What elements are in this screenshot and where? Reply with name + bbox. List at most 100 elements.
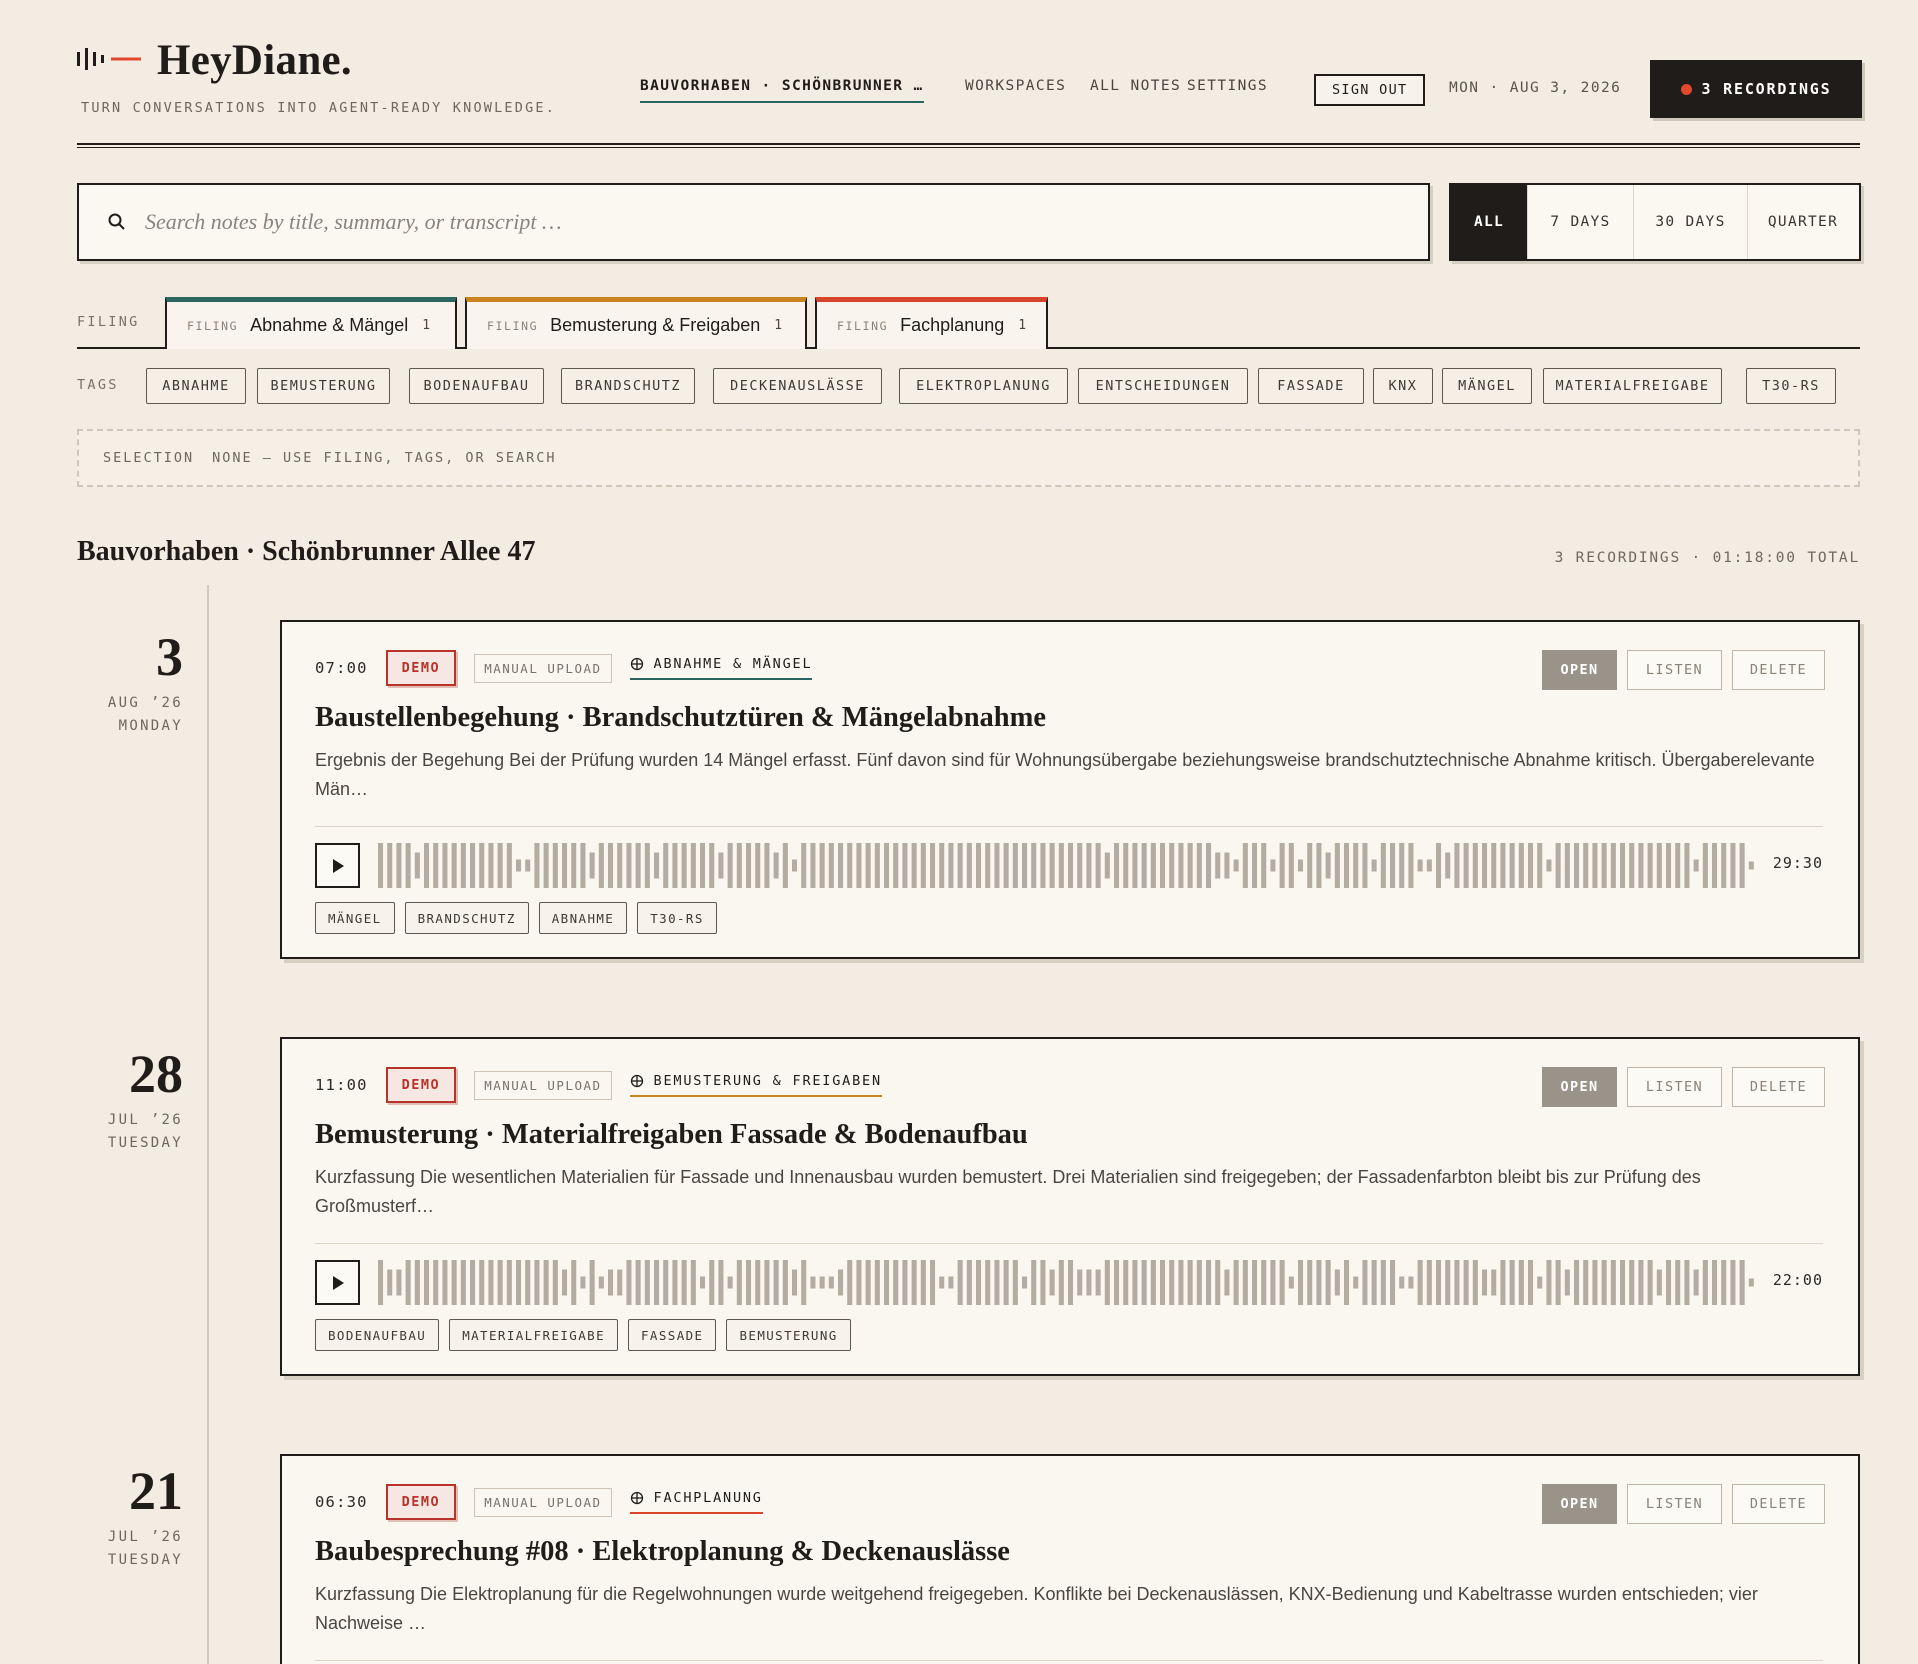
- waveform-bar: [1334, 1269, 1340, 1296]
- waveform-bar: [516, 1260, 522, 1305]
- tag-filter-chip[interactable]: MATERIALFREIGABE: [1543, 368, 1722, 404]
- note-filing-link[interactable]: ABNAHME & MÄNGEL: [629, 656, 813, 680]
- waveform-bar: [1031, 843, 1037, 888]
- note-filing-link[interactable]: BEMUSTERUNG & FREIGABEN: [629, 1073, 882, 1097]
- waveform-bar: [773, 852, 779, 879]
- delete-button[interactable]: DELETE: [1732, 1067, 1825, 1107]
- tag-filter-chip[interactable]: MÄNGEL: [1442, 368, 1532, 404]
- waveform-bar: [488, 1260, 494, 1305]
- listen-button[interactable]: LISTEN: [1627, 1067, 1722, 1107]
- waveform-bar: [1509, 843, 1515, 888]
- waveform-bar: [1160, 843, 1166, 888]
- waveform-bar: [948, 843, 954, 888]
- range-7-days-button[interactable]: 7 DAYS: [1528, 185, 1634, 259]
- note-tag-chip[interactable]: ABNAHME: [538, 902, 628, 934]
- nav-all-notes-link[interactable]: ALL NOTES: [1090, 78, 1181, 94]
- filing-tab-bemusterung[interactable]: FILING Bemusterung & Freigaben 1: [465, 297, 807, 349]
- note-filing-link[interactable]: FACHPLANUNG: [629, 1490, 763, 1514]
- tag-filter-chip[interactable]: ENTSCHEIDUNGEN: [1078, 368, 1248, 404]
- waveform-bar: [1150, 1260, 1156, 1305]
- tag-filter-chip[interactable]: T30-RS: [1746, 368, 1836, 404]
- delete-button[interactable]: DELETE: [1732, 650, 1825, 690]
- waveform-bar: [1739, 843, 1745, 888]
- open-button[interactable]: OPEN: [1542, 1484, 1617, 1524]
- note-tag-chip[interactable]: BRANDSCHUTZ: [404, 902, 529, 934]
- tag-filter-chip[interactable]: BRANDSCHUTZ: [561, 368, 695, 404]
- tag-filter-chip[interactable]: BEMUSTERUNG: [257, 368, 390, 404]
- note-title[interactable]: Baustellenbegehung · Brandschutztüren & …: [315, 702, 1046, 734]
- tag-filter-chip[interactable]: BODENAUFBAU: [409, 368, 544, 404]
- waveform-bar: [847, 843, 853, 888]
- tag-filter-chip[interactable]: DECKENAUSLÄSSE: [713, 368, 882, 404]
- note-card[interactable]: 06:30 DEMO MANUAL UPLOAD FACHPLANUNG OPE…: [280, 1454, 1860, 1664]
- note-tag-chip[interactable]: BODENAUFBAU: [315, 1319, 440, 1351]
- nav-project-link[interactable]: BAUVORHABEN · SCHÖNBRUNNER …: [640, 78, 924, 103]
- note-date: 28 JUL ’26 TUESDAY: [77, 1047, 183, 1155]
- note-title[interactable]: Baubesprechung #08 · Elektroplanung & De…: [315, 1536, 1010, 1568]
- recordings-button[interactable]: 3 RECORDINGS: [1650, 60, 1862, 118]
- note-tag-chip[interactable]: MÄNGEL: [315, 902, 395, 934]
- waveform-bar: [1380, 1260, 1386, 1305]
- nav-settings-link[interactable]: SETTINGS: [1187, 78, 1268, 94]
- range-30-days-button[interactable]: 30 DAYS: [1634, 185, 1748, 259]
- waveform-bar: [1712, 1260, 1718, 1305]
- note-actions: OPEN LISTEN DELETE: [1542, 1484, 1825, 1524]
- play-button[interactable]: [315, 843, 360, 888]
- waveform-bar: [654, 1260, 660, 1305]
- listen-button[interactable]: LISTEN: [1627, 650, 1722, 690]
- selection-key: SELECTION: [103, 450, 195, 466]
- range-all-button[interactable]: ALL: [1451, 185, 1528, 259]
- filing-tab-count: 1: [422, 318, 431, 333]
- note-weekday: MONDAY: [118, 718, 183, 734]
- waveform-bar: [1647, 843, 1653, 888]
- note-title[interactable]: Bemusterung · Materialfreigaben Fassade …: [315, 1119, 1028, 1151]
- listen-button[interactable]: LISTEN: [1627, 1484, 1722, 1524]
- filing-tab-fachplanung[interactable]: FILING Fachplanung 1: [815, 297, 1048, 349]
- tag-filter-chip[interactable]: ELEKTROPLANUNG: [899, 368, 1068, 404]
- note-tag-chip[interactable]: T30-RS: [637, 902, 717, 934]
- note-card[interactable]: 11:00 DEMO MANUAL UPLOAD BEMUSTERUNG & F…: [280, 1037, 1860, 1376]
- search-input[interactable]: [145, 209, 1345, 235]
- nav-workspaces-link[interactable]: WORKSPACES: [965, 78, 1066, 94]
- range-quarter-button[interactable]: QUARTER: [1748, 185, 1858, 259]
- waveform-bar: [690, 843, 696, 888]
- waveform-bar: [1003, 843, 1009, 888]
- waveform-bar: [1620, 1260, 1626, 1305]
- tag-filter-chip[interactable]: FASSADE: [1258, 368, 1364, 404]
- note-tag-chip[interactable]: MATERIALFREIGABE: [449, 1319, 618, 1351]
- waveform[interactable]: [378, 1260, 1758, 1305]
- search-bar[interactable]: [77, 183, 1430, 261]
- selection-value: NONE — USE FILING, TAGS, OR SEARCH: [212, 450, 557, 466]
- waveform-bar: [1491, 1269, 1497, 1296]
- delete-button[interactable]: DELETE: [1732, 1484, 1825, 1524]
- tag-filter-chip[interactable]: ABNAHME: [146, 368, 246, 404]
- waveform-bar: [1537, 1276, 1543, 1289]
- note-card[interactable]: 07:00 DEMO MANUAL UPLOAD ABNAHME & MÄNGE…: [280, 620, 1860, 959]
- waveform-bar: [1472, 1260, 1478, 1305]
- waveform-bar: [810, 1276, 816, 1289]
- waveform-bar: [819, 843, 825, 888]
- note-tag-chip[interactable]: BEMUSTERUNG: [726, 1319, 851, 1351]
- note-actions: OPEN LISTEN DELETE: [1542, 1067, 1825, 1107]
- note-tag-chip[interactable]: FASSADE: [628, 1319, 717, 1351]
- waveform-bar: [1721, 843, 1727, 888]
- tag-filter-chip[interactable]: KNX: [1373, 368, 1433, 404]
- filing-tab-abnahme[interactable]: FILING Abnahme & Mängel 1: [165, 297, 457, 349]
- waveform-bar: [1344, 843, 1350, 888]
- play-button[interactable]: [315, 1260, 360, 1305]
- waveform-bar: [1629, 1260, 1635, 1305]
- open-button[interactable]: OPEN: [1542, 1067, 1617, 1107]
- source-badge: MANUAL UPLOAD: [474, 1487, 612, 1517]
- waveform-bar: [1353, 843, 1359, 888]
- card-divider: [315, 1243, 1823, 1244]
- waveform[interactable]: [378, 843, 1758, 888]
- waveform-bar: [1288, 1276, 1294, 1289]
- waveform-bar: [1095, 1269, 1101, 1296]
- sign-out-button[interactable]: SIGN OUT: [1314, 74, 1426, 106]
- waveform-bar: [1279, 843, 1285, 888]
- open-button[interactable]: OPEN: [1542, 650, 1617, 690]
- waveform-bar: [552, 1260, 558, 1305]
- waveform-bar: [1721, 1260, 1727, 1305]
- note-duration: 22:00: [1772, 1271, 1823, 1289]
- waveform-bar: [608, 843, 614, 888]
